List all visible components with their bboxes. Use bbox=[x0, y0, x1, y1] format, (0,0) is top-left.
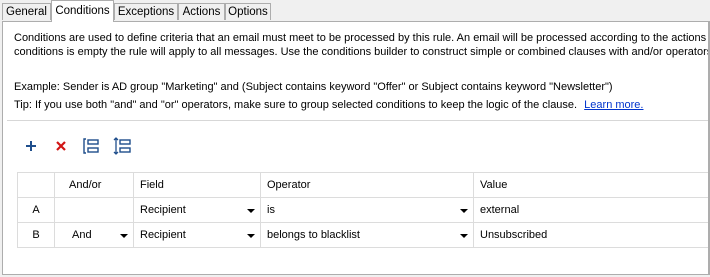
field-header[interactable]: Field bbox=[133, 172, 261, 198]
field-select[interactable]: Recipient bbox=[133, 222, 261, 248]
group-conditions-icon bbox=[83, 138, 99, 154]
tab-options[interactable]: Options bbox=[225, 3, 271, 20]
andor-select[interactable]: And bbox=[54, 222, 134, 248]
field-select[interactable]: Recipient bbox=[133, 197, 261, 223]
tab-exceptions[interactable]: Exceptions bbox=[114, 3, 178, 20]
delete-condition-button[interactable] bbox=[51, 136, 71, 156]
add-condition-button[interactable] bbox=[21, 136, 41, 156]
learn-more-link[interactable]: Learn more. bbox=[584, 99, 643, 111]
conditions-grid: And/or Field Operator Value A Recipient … bbox=[17, 172, 708, 248]
value-text: Unsubscribed bbox=[480, 229, 548, 241]
table-row[interactable]: A Recipient is external bbox=[17, 197, 708, 223]
ungroup-conditions-icon bbox=[113, 137, 131, 155]
tip-line: Tip: If you use both "and" and "or" oper… bbox=[14, 99, 643, 111]
conditions-panel: Conditions are used to define criteria t… bbox=[2, 21, 708, 275]
field-value: Recipient bbox=[140, 204, 186, 216]
dropdown-arrow-icon[interactable] bbox=[247, 209, 255, 213]
tab-general[interactable]: General bbox=[2, 3, 51, 20]
description-line-1: Conditions are used to define criteria t… bbox=[14, 32, 708, 44]
group-conditions-button[interactable] bbox=[81, 136, 101, 156]
operator-value: is bbox=[267, 204, 275, 216]
description-line-2: conditions is empty the rule will apply … bbox=[14, 46, 708, 58]
tip-text: Tip: If you use both "and" and "or" oper… bbox=[14, 99, 578, 111]
ungroup-conditions-button[interactable] bbox=[113, 136, 133, 156]
value-cell[interactable]: Unsubscribed bbox=[473, 222, 708, 248]
dropdown-arrow-icon[interactable] bbox=[247, 234, 255, 238]
example-text: Example: Sender is AD group "Marketing" … bbox=[14, 81, 613, 93]
andor-header[interactable]: And/or bbox=[54, 172, 134, 198]
conditions-description: Conditions are used to define criteria t… bbox=[14, 31, 708, 59]
dropdown-arrow-icon[interactable] bbox=[460, 209, 468, 213]
delete-x-icon bbox=[56, 141, 66, 151]
field-value: Recipient bbox=[140, 229, 186, 241]
operator-select[interactable]: belongs to blacklist bbox=[260, 222, 474, 248]
operator-select[interactable]: is bbox=[260, 197, 474, 223]
tab-actions[interactable]: Actions bbox=[178, 3, 225, 20]
value-cell[interactable]: external bbox=[473, 197, 708, 223]
table-row[interactable]: B And Recipient belongs to blacklist Uns… bbox=[17, 222, 708, 248]
row-id-header bbox=[17, 172, 55, 198]
tab-conditions[interactable]: Conditions bbox=[51, 0, 114, 22]
row-id: B bbox=[17, 222, 55, 248]
andor-cell[interactable] bbox=[54, 197, 134, 223]
operator-header[interactable]: Operator bbox=[260, 172, 474, 198]
dropdown-arrow-icon[interactable] bbox=[120, 234, 128, 238]
value-text: external bbox=[480, 204, 520, 216]
value-header[interactable]: Value bbox=[473, 172, 708, 198]
andor-value: And bbox=[72, 229, 92, 241]
grid-header-row: And/or Field Operator Value bbox=[17, 172, 708, 198]
separator bbox=[7, 120, 708, 121]
operator-value: belongs to blacklist bbox=[267, 229, 360, 241]
row-id: A bbox=[17, 197, 55, 223]
plus-icon bbox=[26, 141, 36, 151]
dropdown-arrow-icon[interactable] bbox=[460, 234, 468, 238]
